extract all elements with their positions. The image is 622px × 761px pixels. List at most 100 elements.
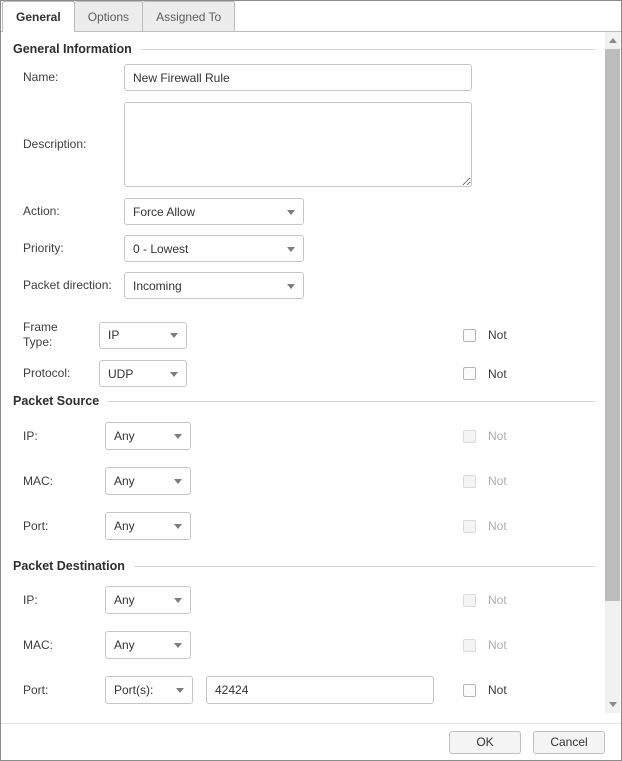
protocol-not-label: Not <box>488 367 507 381</box>
section-packet-destination: Packet Destination <box>13 557 595 575</box>
source-mac-label: MAC: <box>23 474 83 489</box>
frame-type-label: Frame Type: <box>23 320 83 350</box>
section-packet-destination-title: Packet Destination <box>13 559 125 573</box>
packet-direction-label: Packet direction: <box>23 278 114 293</box>
ok-button[interactable]: OK <box>449 731 521 754</box>
destination-port-label: Port: <box>23 683 83 698</box>
destination-ip-select[interactable]: Any <box>105 586 191 614</box>
source-mac-row: MAC: Any Not <box>13 467 595 495</box>
chevron-down-icon <box>287 210 295 215</box>
name-label: Name: <box>23 70 114 85</box>
source-port-not-group: Not <box>463 519 507 533</box>
chevron-down-icon <box>170 372 178 377</box>
source-port-select[interactable]: Any <box>105 512 191 540</box>
section-general-information: General Information <box>13 40 595 58</box>
destination-port-not-checkbox[interactable] <box>463 684 476 697</box>
destination-mac-row: MAC: Any Not <box>13 631 595 659</box>
source-ip-not-group: Not <box>463 429 507 443</box>
source-mac-selected-value: Any <box>114 474 135 488</box>
firewall-rule-dialog: General Options Assigned To General Info… <box>0 0 622 761</box>
frame-type-selected-value: IP <box>108 328 119 342</box>
name-row: Name: <box>13 64 595 91</box>
tab-bar: General Options Assigned To <box>1 1 621 32</box>
destination-mac-label: MAC: <box>23 638 83 653</box>
chevron-down-icon <box>174 524 182 529</box>
destination-ip-label: IP: <box>23 593 83 608</box>
source-mac-not-checkbox <box>463 475 476 488</box>
scroll-up-icon <box>609 38 617 43</box>
source-ip-not-label: Not <box>488 429 507 443</box>
source-ip-label: IP: <box>23 429 83 444</box>
source-ip-selected-value: Any <box>114 429 135 443</box>
priority-select[interactable]: 0 - Lowest <box>124 235 304 262</box>
packet-direction-row: Packet direction: Incoming <box>13 272 595 299</box>
description-row: Description: <box>13 102 595 187</box>
destination-port-selected-value: Port(s): <box>114 683 153 697</box>
protocol-not-checkbox[interactable] <box>463 367 476 380</box>
source-port-not-label: Not <box>488 519 507 533</box>
chevron-down-icon <box>174 434 182 439</box>
destination-port-select[interactable]: Port(s): <box>105 676 193 704</box>
description-label: Description: <box>23 137 114 152</box>
frame-type-select[interactable]: IP <box>99 322 187 349</box>
destination-port-not-group: Not <box>463 683 507 697</box>
action-label: Action: <box>23 204 114 219</box>
frame-type-not-checkbox[interactable] <box>463 329 476 342</box>
priority-label: Priority: <box>23 241 114 256</box>
tab-general-label: General <box>16 10 61 24</box>
description-textarea[interactable] <box>124 102 472 187</box>
section-general-information-title: General Information <box>13 42 132 56</box>
chevron-down-icon <box>174 479 182 484</box>
destination-ip-selected-value: Any <box>114 593 135 607</box>
packet-direction-select[interactable]: Incoming <box>124 272 304 299</box>
destination-port-row: Port: Port(s): Not <box>13 676 595 704</box>
section-divider <box>108 401 595 402</box>
scrollbar-thumb[interactable] <box>605 49 620 601</box>
chevron-down-icon <box>287 284 295 289</box>
section-divider <box>134 566 595 567</box>
destination-port-not-label: Not <box>488 683 507 697</box>
protocol-not-group: Not <box>463 367 507 381</box>
protocol-row: Protocol: UDP Not <box>13 360 595 387</box>
destination-mac-not-label: Not <box>488 638 507 652</box>
general-tab-panel: General Information Name: Description: A… <box>1 40 621 704</box>
source-mac-not-label: Not <box>488 474 507 488</box>
scroll-up-button[interactable] <box>605 32 620 49</box>
section-packet-source-title: Packet Source <box>13 394 99 408</box>
tab-options[interactable]: Options <box>75 1 143 31</box>
chevron-down-icon <box>176 688 184 693</box>
destination-ip-not-group: Not <box>463 593 507 607</box>
section-divider <box>141 49 595 50</box>
tab-options-label: Options <box>88 10 129 24</box>
source-port-not-checkbox <box>463 520 476 533</box>
source-ip-row: IP: Any Not <box>13 422 595 450</box>
destination-mac-selected-value: Any <box>114 638 135 652</box>
section-packet-source: Packet Source <box>13 392 595 410</box>
destination-port-input[interactable] <box>206 676 434 704</box>
name-input[interactable] <box>124 64 472 91</box>
cancel-button[interactable]: Cancel <box>533 731 605 754</box>
chevron-down-icon <box>170 333 178 338</box>
source-port-row: Port: Any Not <box>13 512 595 540</box>
source-ip-select[interactable]: Any <box>105 422 191 450</box>
source-port-selected-value: Any <box>114 519 135 533</box>
scroll-down-button[interactable] <box>605 696 620 713</box>
priority-row: Priority: 0 - Lowest <box>13 235 595 262</box>
action-select[interactable]: Force Allow <box>124 198 304 225</box>
protocol-select[interactable]: UDP <box>99 360 187 387</box>
destination-mac-select[interactable]: Any <box>105 631 191 659</box>
destination-ip-not-label: Not <box>488 593 507 607</box>
chevron-down-icon <box>174 643 182 648</box>
source-port-label: Port: <box>23 519 83 534</box>
frame-type-not-label: Not <box>488 328 507 342</box>
tab-general[interactable]: General <box>2 1 75 31</box>
vertical-scrollbar[interactable] <box>605 32 620 713</box>
protocol-selected-value: UDP <box>108 367 133 381</box>
source-mac-select[interactable]: Any <box>105 467 191 495</box>
frame-type-not-group: Not <box>463 328 507 342</box>
destination-mac-not-checkbox <box>463 639 476 652</box>
source-mac-not-group: Not <box>463 474 507 488</box>
source-ip-not-checkbox <box>463 430 476 443</box>
protocol-label: Protocol: <box>23 366 83 381</box>
tab-assigned-to[interactable]: Assigned To <box>143 1 235 31</box>
